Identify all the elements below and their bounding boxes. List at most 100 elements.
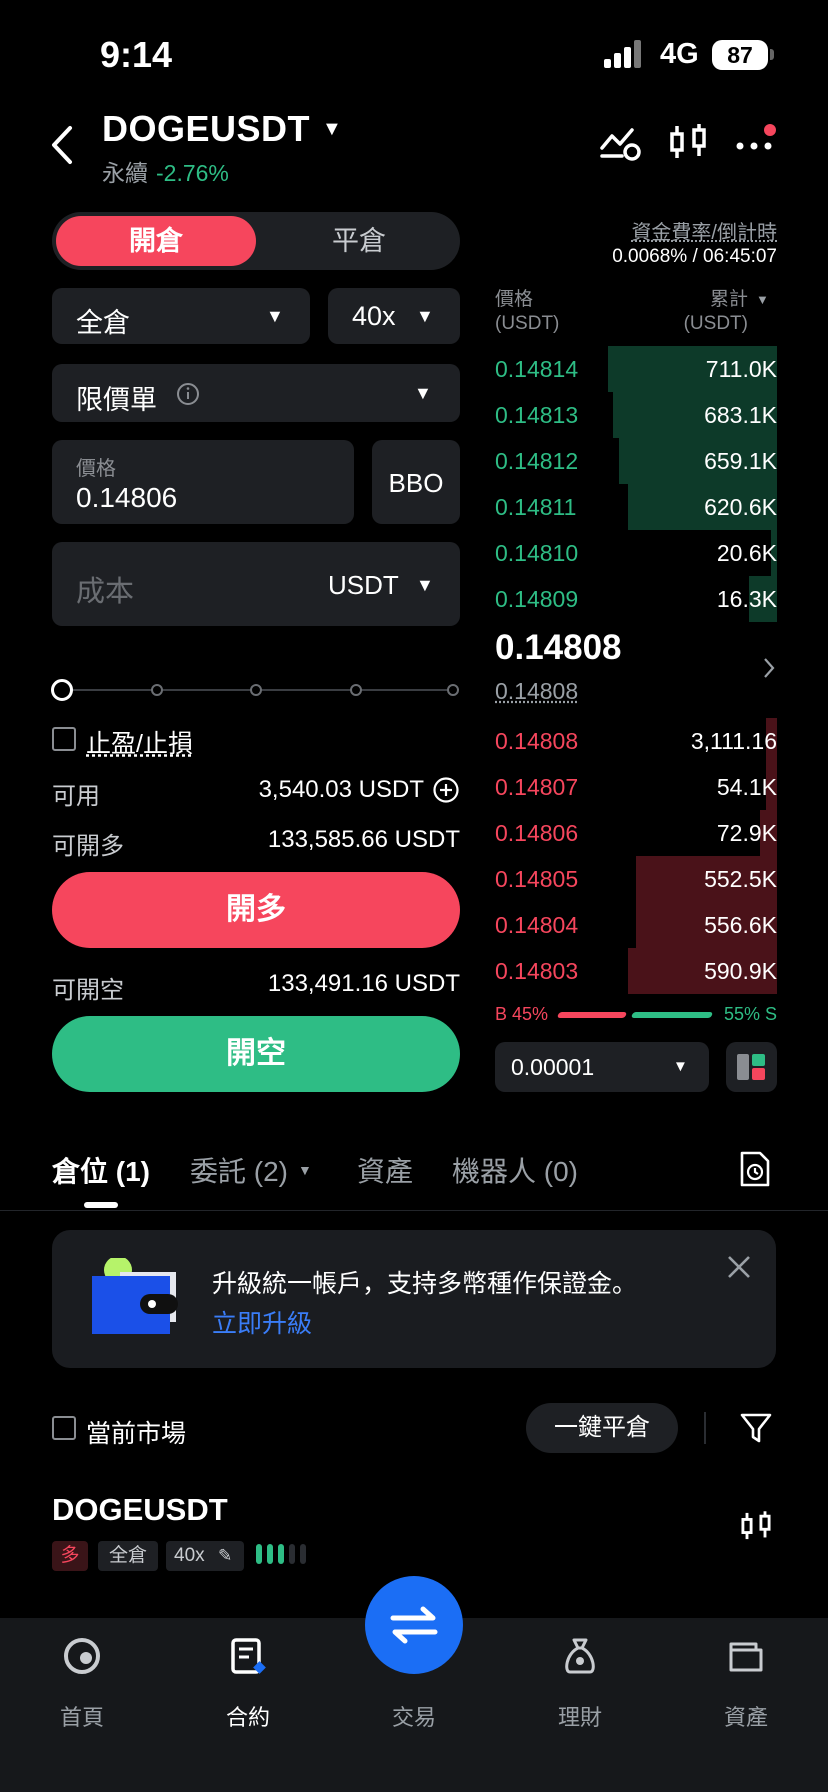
ob-price-header: 價格 (USDT) [495, 288, 559, 336]
contract-type: 永續 [102, 160, 148, 186]
leverage-select[interactable]: 40x ▼ [328, 288, 460, 344]
ask-price: 0.14811 [495, 494, 577, 520]
tpsl-checkbox[interactable] [52, 727, 76, 751]
bid-row[interactable]: 0.14808 3,111.16 [495, 718, 777, 764]
ask-row[interactable]: 0.14813 683.1K [495, 392, 777, 438]
tab-bots[interactable]: 機器人 (0) [452, 1150, 578, 1190]
sell-ratio-bar [630, 1012, 714, 1018]
upgrade-banner[interactable]: 升級統一帳戶，支持多幣種作保證金。 立即升級 [52, 1230, 776, 1368]
chevron-down-icon: ▼ [673, 1058, 688, 1075]
slider-tick-25[interactable] [151, 684, 163, 696]
chevron-down-icon: ▼ [416, 306, 434, 326]
price-input-value: 0.14806 [76, 482, 178, 513]
bid-price: 0.14803 [495, 958, 579, 984]
ask-row[interactable]: 0.14812 659.1K [495, 438, 777, 484]
position-side-badge: 多 [52, 1541, 88, 1571]
layout-icon [737, 1054, 765, 1080]
position-symbol[interactable]: DOGEUSDT [52, 1492, 228, 1528]
ob-price-header-unit: (USDT) [495, 313, 560, 334]
open-short-button[interactable]: 開空 [52, 1016, 460, 1092]
banner-upgrade-link[interactable]: 立即升級 [212, 1304, 312, 1340]
tab-close-position[interactable]: 平倉 [264, 216, 454, 266]
position-chart-icon[interactable] [738, 1508, 774, 1544]
current-market-label: 當前市場 [86, 1420, 187, 1448]
status-time: 9:14 [100, 34, 173, 75]
nav-trade-label: 交易 [391, 1705, 436, 1730]
funding-rate-label[interactable]: 資金費率/倒計時 [560, 216, 777, 245]
bid-total: 590.9K [704, 958, 777, 984]
current-market-checkbox[interactable] [52, 1416, 76, 1440]
home-icon [64, 1638, 100, 1674]
ask-total: 620.6K [704, 494, 777, 520]
tab-orders[interactable]: 委託 (2) [190, 1150, 288, 1190]
bid-total: 552.5K [704, 866, 777, 892]
ask-row[interactable]: 0.14809 16.3K [495, 576, 777, 622]
bid-total: 556.6K [704, 912, 777, 938]
cost-input[interactable]: 成本 USDT ▼ [52, 542, 460, 626]
available-value: 3,540.03 USDT [258, 776, 424, 803]
cost-unit-select[interactable]: USDT [328, 570, 399, 601]
order-history-icon[interactable] [738, 1150, 772, 1188]
info-icon[interactable] [176, 382, 200, 406]
ob-total-header-label: 累計 [709, 289, 748, 310]
open-close-toggle: 開倉 平倉 [52, 212, 460, 270]
sell-ratio: 55% S [723, 1004, 777, 1024]
ask-row[interactable]: 0.14814 711.0K [495, 346, 777, 392]
tab-open-position[interactable]: 開倉 [56, 216, 256, 266]
close-all-button[interactable]: 一鍵平倉 [526, 1403, 678, 1453]
slider-tick-50[interactable] [250, 684, 262, 696]
pair-title[interactable]: DOGEUSDT [102, 108, 310, 150]
bid-row[interactable]: 0.14803 590.9K [495, 948, 777, 994]
filter-divider [704, 1412, 706, 1444]
back-arrow-icon[interactable] [48, 120, 78, 170]
nav-assets-label: 資產 [723, 1705, 768, 1730]
price-alert-icon[interactable] [598, 120, 642, 164]
leverage-value: 40x [352, 301, 396, 331]
margin-mode-select[interactable]: 全倉 ▼ [52, 288, 310, 344]
filter-icon[interactable] [738, 1410, 774, 1446]
buy-ratio-bar [556, 1012, 628, 1018]
earn-icon [565, 1638, 595, 1674]
bid-row[interactable]: 0.14807 54.1K [495, 764, 777, 810]
mark-price: 0.14808 [495, 678, 579, 704]
chevron-down-icon: ▼ [266, 306, 284, 326]
orders-dropdown-icon[interactable]: ▼ [298, 1162, 312, 1178]
open-long-button[interactable]: 開多 [52, 872, 460, 948]
position-leverage-badge[interactable]: 40x ✎ [166, 1541, 244, 1571]
book-layout-button[interactable] [726, 1042, 777, 1092]
ob-price-header-label: 價格 [495, 289, 534, 310]
ob-total-dropdown-icon[interactable]: ▼ [756, 292, 769, 307]
trade-fab-button[interactable] [365, 1576, 463, 1674]
order-type-value: 限價單 [76, 385, 157, 415]
amount-slider-handle[interactable] [51, 679, 73, 701]
bid-row[interactable]: 0.14806 72.9K [495, 810, 777, 856]
pair-dropdown-icon[interactable]: ▼ [322, 118, 342, 141]
tick-size-select[interactable]: 0.00001 ▼ [495, 1042, 709, 1092]
tabs-divider [0, 1210, 828, 1211]
slider-tick-100[interactable] [447, 684, 459, 696]
tab-positions[interactable]: 倉位 (1) [52, 1150, 150, 1190]
add-funds-icon[interactable] [432, 776, 460, 804]
slider-tick-75[interactable] [350, 684, 362, 696]
chevron-down-icon: ▼ [414, 383, 432, 403]
price-input[interactable]: 價格 0.14806 [52, 440, 354, 524]
ask-row[interactable]: 0.14811 620.6K [495, 484, 777, 530]
max-short-value: 133,491.16 USDT [267, 970, 460, 997]
tpsl-label[interactable]: 止盈/止損 [86, 724, 193, 760]
tab-assets[interactable]: 資產 [357, 1150, 413, 1190]
ob-total-header[interactable]: 累計 (USDT) [640, 288, 748, 336]
battery-icon: 87 [712, 40, 768, 70]
ask-price: 0.14812 [495, 448, 579, 474]
position-mode-badge: 全倉 [98, 1541, 158, 1571]
bbo-button[interactable]: BBO [372, 440, 460, 524]
bid-price: 0.14805 [495, 866, 579, 892]
bid-row[interactable]: 0.14804 556.6K [495, 902, 777, 948]
candlestick-chart-icon[interactable] [666, 120, 710, 164]
close-icon[interactable] [726, 1254, 752, 1280]
position-leverage-value: 40x [174, 1545, 205, 1566]
bid-row[interactable]: 0.14805 552.5K [495, 856, 777, 902]
order-type-select[interactable]: 限價單 ▼ [52, 364, 460, 422]
chevron-right-icon[interactable] [762, 656, 776, 680]
available-label: 可用 [52, 783, 100, 810]
ask-row[interactable]: 0.14810 20.6K [495, 530, 777, 576]
